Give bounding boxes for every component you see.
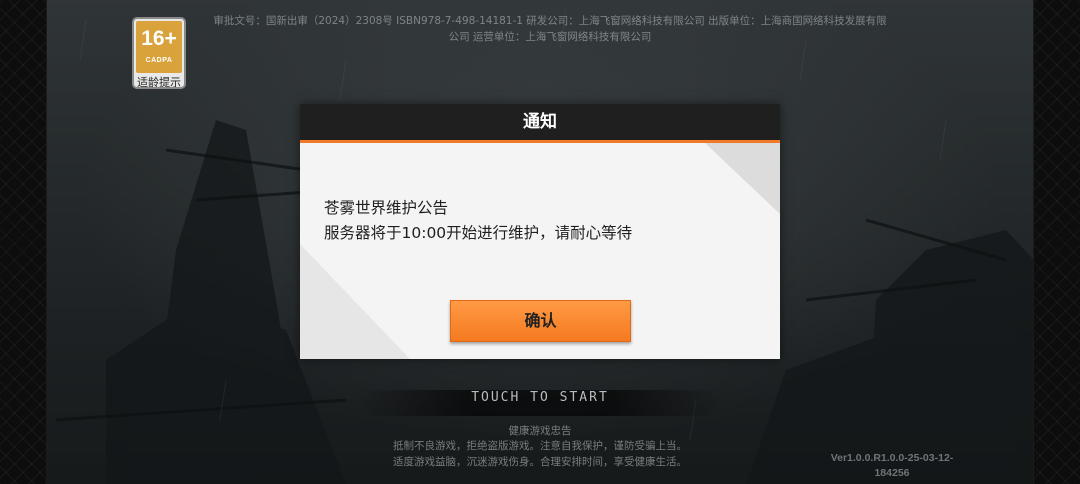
age-rating-number: 16+ [141, 27, 177, 50]
license-info: 审批文号：国新出审（2024）2308号 ISBN978-7-498-14181… [195, 13, 905, 45]
age-rating-org: CADPA [145, 57, 173, 64]
notice-dialog: 通知 苍雾世界维护公告 服务器将于10:00开始进行维护，请耐心等待 确认 [300, 104, 780, 359]
game-screen[interactable]: 16+ CADPA 适龄提示 审批文号：国新出审（2024）2308号 ISBN… [0, 0, 1080, 484]
health-notice-line-1: 抵制不良游戏，拒绝盗版游戏。注意自我保护，谨防受骗上当。 [393, 440, 687, 452]
license-line-1: 审批文号：国新出审（2024）2308号 ISBN978-7-498-14181… [213, 15, 887, 27]
health-notice-title: 健康游戏忠告 [508, 425, 572, 437]
health-notice-line-2: 适度游戏益脑，沉迷游戏伤身。合理安排时间，享受健康生活。 [393, 456, 687, 468]
dialog-message: 苍雾世界维护公告 服务器将于10:00开始进行维护，请耐心等待 [324, 196, 764, 246]
message-line-2: 服务器将于10:00开始进行维护，请耐心等待 [324, 224, 633, 242]
license-line-2: 公司 运营单位：上海飞窗网络科技有限公司 [448, 31, 652, 43]
version-line-2: 184256 [874, 467, 910, 479]
age-rating-badge: 16+ CADPA 适龄提示 [132, 17, 186, 89]
message-line-1: 苍雾世界维护公告 [324, 199, 449, 217]
age-rating-emblem: 16+ CADPA [136, 21, 182, 73]
dialog-title: 通知 [523, 112, 557, 132]
version-line-1: Ver1.0.0.R1.0.0-25-03-12- [830, 452, 954, 464]
version-label: Ver1.0.0.R1.0.0-25-03-12- 184256 [812, 451, 972, 481]
health-notice: 抵制不良游戏，拒绝盗版游戏。注意自我保护，谨防受骗上当。 适度游戏益脑，沉迷游戏… [300, 438, 780, 470]
dialog-header: 通知 [300, 104, 780, 143]
touch-to-start[interactable]: TOUCH TO START [360, 390, 720, 416]
age-rating-label: 适龄提示 [137, 76, 181, 89]
confirm-button[interactable]: 确认 [450, 300, 631, 342]
